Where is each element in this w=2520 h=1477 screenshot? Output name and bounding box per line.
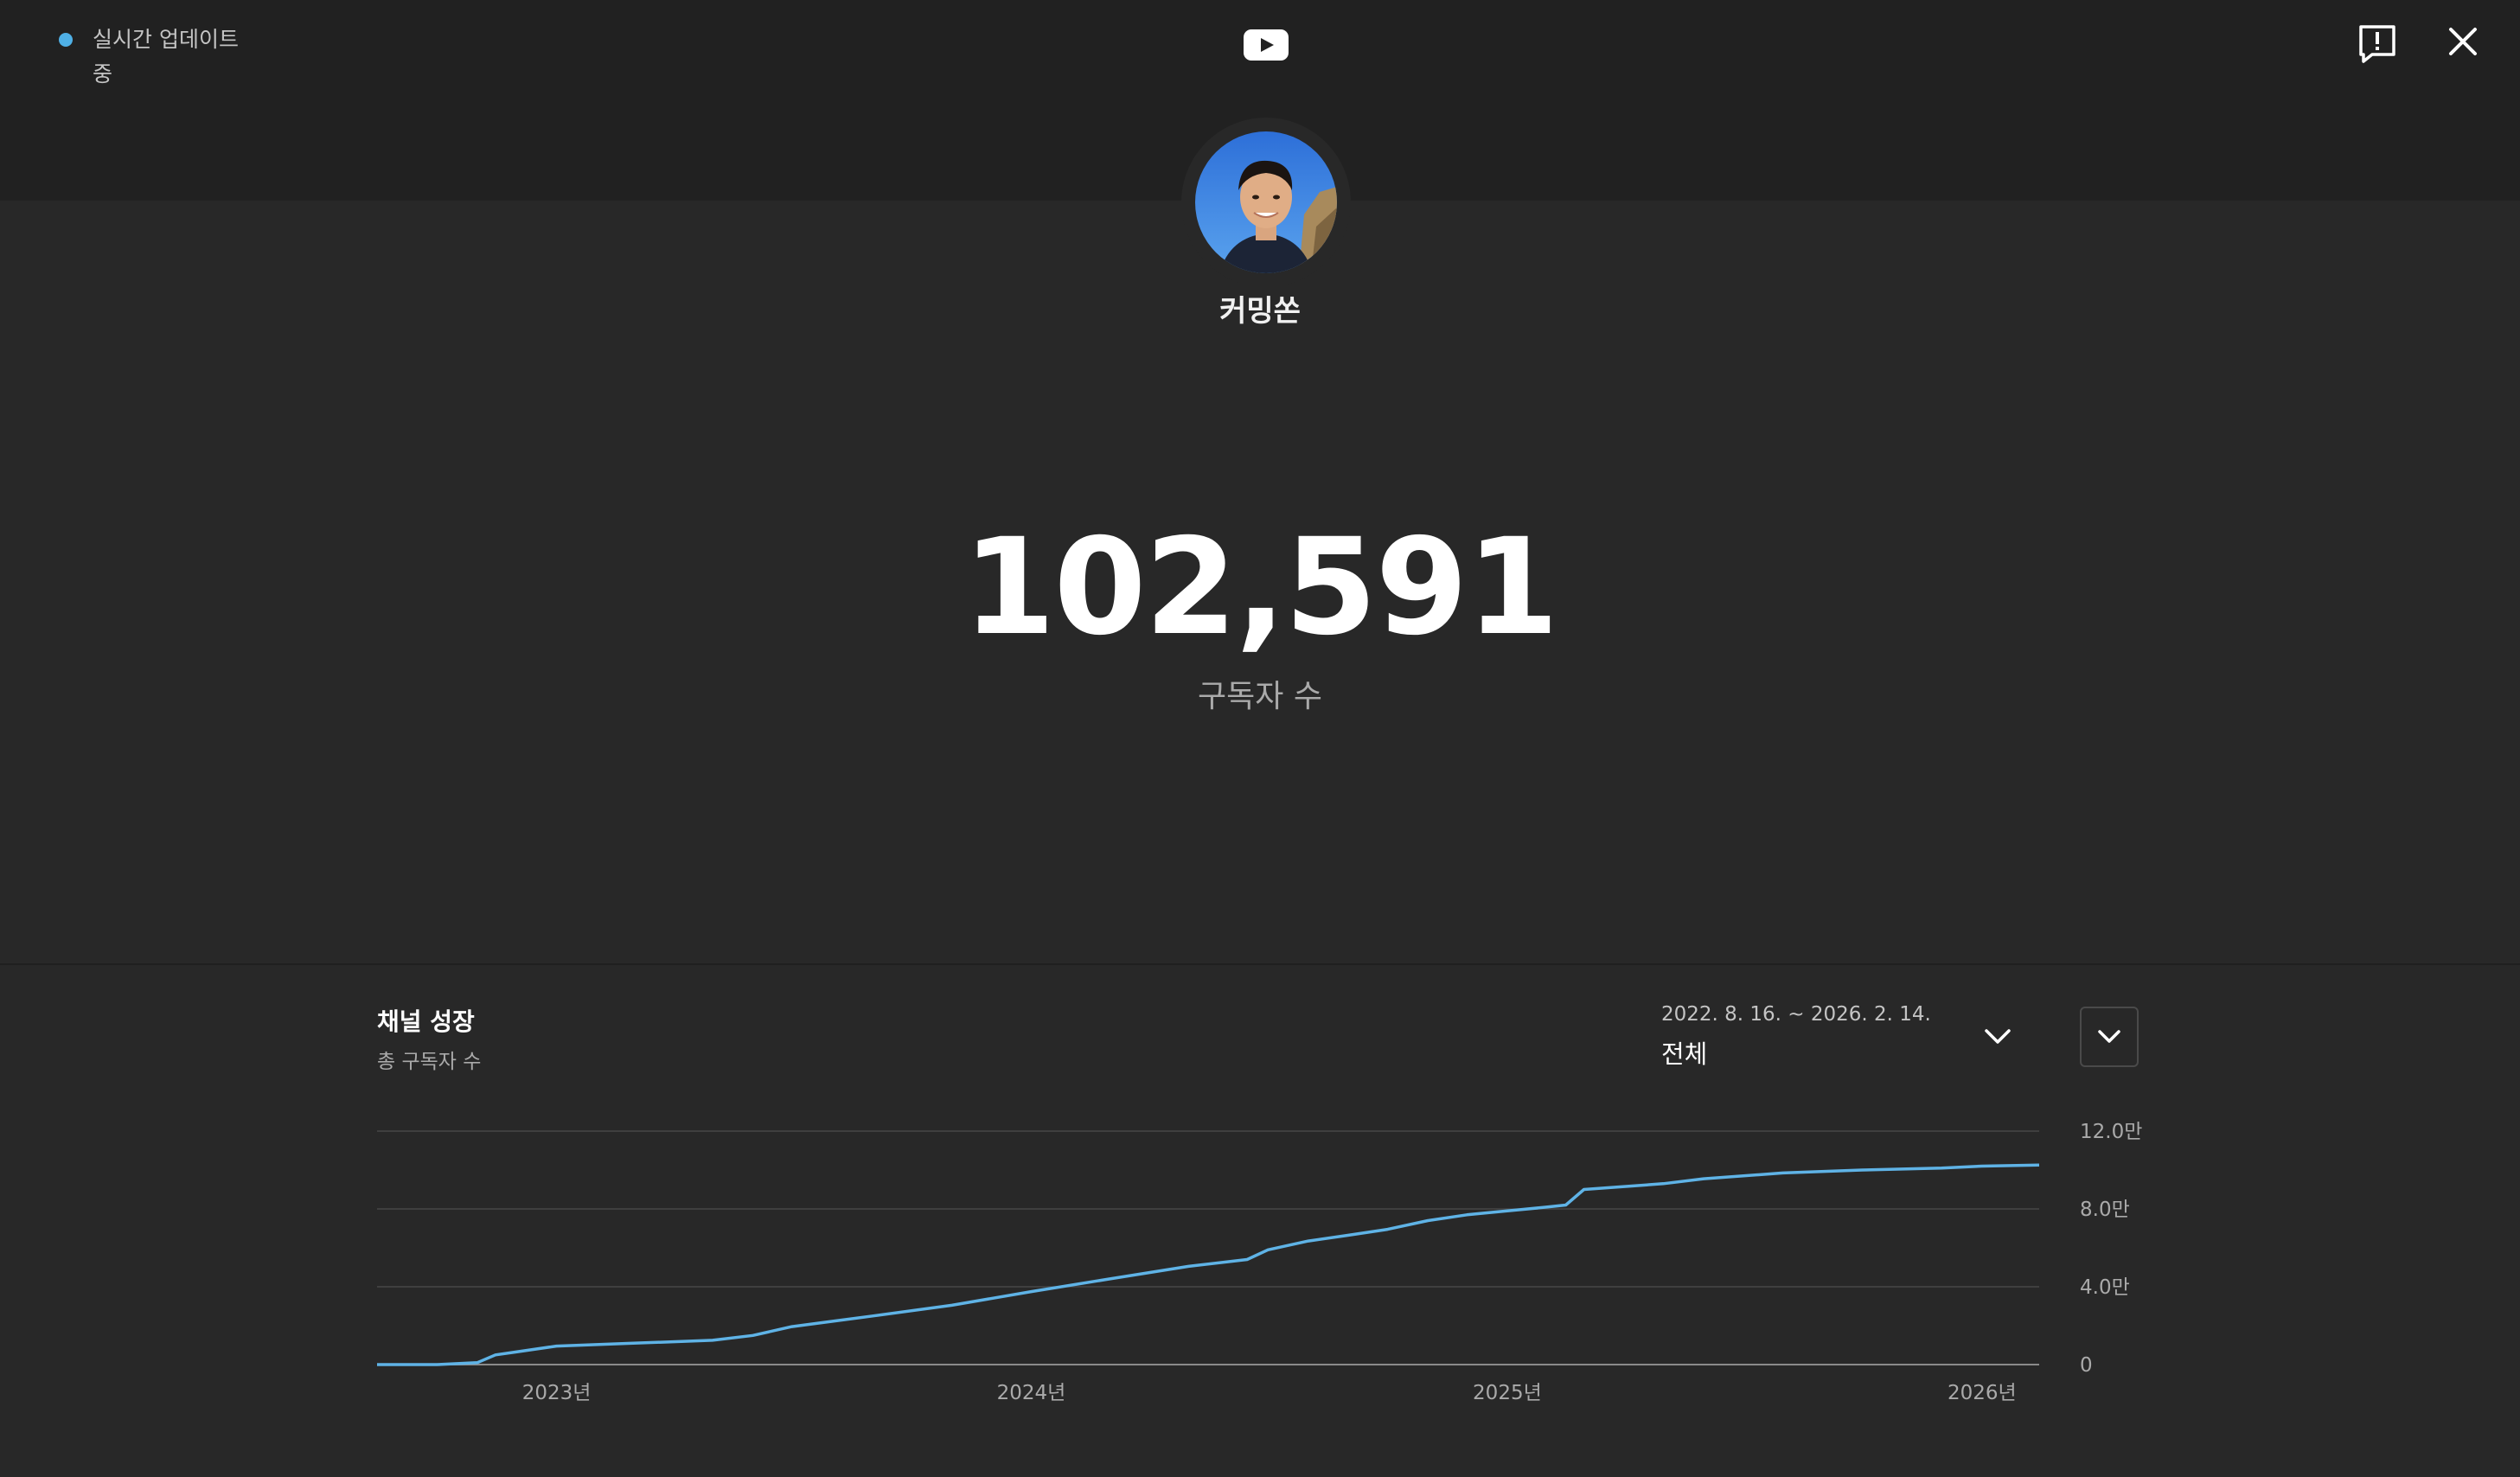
channel-avatar[interactable] bbox=[1195, 131, 1337, 273]
growth-title: 채널 성장 bbox=[377, 1007, 475, 1036]
chevron-down-icon bbox=[1985, 1029, 2011, 1044]
live-status-text: 실시간 업데이트 중 bbox=[93, 27, 239, 86]
feedback-icon bbox=[2359, 25, 2395, 63]
close-icon bbox=[2449, 28, 2477, 55]
subscriber-label: 구독자 수 bbox=[1198, 679, 1322, 714]
expand-button[interactable] bbox=[2080, 1007, 2139, 1067]
channel-name: 커밍쏜 bbox=[1219, 294, 1301, 329]
y-tick-label: 0 bbox=[2080, 1354, 2093, 1377]
close-button[interactable] bbox=[2440, 19, 2485, 64]
avatar-icon bbox=[1195, 131, 1337, 273]
y-tick-label: 4.0만 bbox=[2080, 1276, 2130, 1299]
subscriber-count: 102,591 bbox=[963, 510, 1558, 665]
date-range-text: 2022. 8. 16. ~ 2026. 2. 14. bbox=[1661, 1003, 1931, 1026]
youtube-logo-icon bbox=[1244, 29, 1289, 61]
x-tick-label: 2023년 bbox=[522, 1382, 592, 1404]
feedback-button[interactable] bbox=[2355, 22, 2400, 67]
x-tick-label: 2025년 bbox=[1473, 1382, 1542, 1404]
section-divider bbox=[0, 963, 2520, 965]
x-tick-label: 2024년 bbox=[997, 1382, 1066, 1404]
growth-chart: 0 4.0만 8.0만 12.0만 2023년 2024년 2025년 2026년 bbox=[377, 1121, 2142, 1404]
date-range-dropdown[interactable] bbox=[1979, 1021, 2017, 1052]
date-range-selection[interactable]: 전체 bbox=[1661, 1034, 1707, 1071]
live-status-dot bbox=[59, 33, 73, 47]
x-tick-label: 2026년 bbox=[1948, 1382, 2017, 1404]
y-tick-label: 8.0만 bbox=[2080, 1199, 2130, 1221]
chevron-down-icon bbox=[2098, 1030, 2120, 1043]
y-tick-label: 12.0만 bbox=[2080, 1121, 2142, 1143]
subscriber-line bbox=[377, 1163, 2040, 1366]
growth-subtitle: 총 구독자 수 bbox=[377, 1051, 482, 1073]
